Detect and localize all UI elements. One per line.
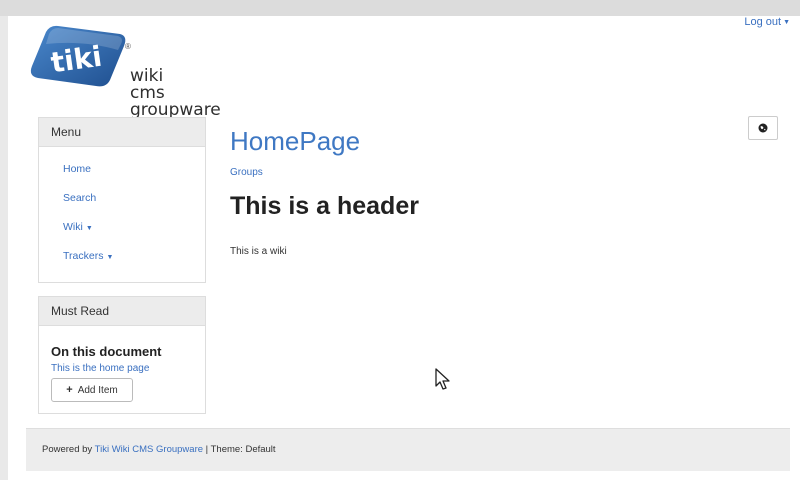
content-body-text: This is a wiki	[230, 246, 287, 257]
add-item-label: Add Item	[77, 385, 118, 396]
footer-tiki-link[interactable]: Tiki Wiki CMS Groupware	[95, 444, 203, 455]
site-footer: Powered by Tiki Wiki CMS Groupware | The…	[26, 428, 790, 471]
add-item-button[interactable]: + Add Item	[51, 378, 133, 402]
category-link-groups[interactable]: Groups	[230, 167, 263, 178]
logo-badge-text: tiki	[49, 40, 104, 80]
footer-separator: |	[205, 444, 209, 455]
menu-item-label: Trackers	[63, 250, 104, 262]
plus-icon: +	[66, 384, 73, 396]
mouse-pointer-icon	[435, 368, 450, 390]
window-top-border	[0, 0, 800, 17]
logout-link[interactable]: Log out ▼	[744, 16, 790, 28]
tiki-logo[interactable]: tiki ® wiki cms groupware	[24, 20, 234, 120]
menu-item-label: Search	[63, 192, 97, 204]
caret-down-icon: ▼	[783, 18, 790, 26]
globe-icon	[758, 123, 768, 133]
caret-down-icon: ▼	[85, 225, 93, 232]
menu-item-label: Home	[63, 163, 92, 175]
language-button[interactable]	[748, 116, 778, 140]
caret-down-icon: ▼	[106, 254, 114, 261]
on-this-document-heading: On this document	[51, 344, 162, 359]
logout-label: Log out	[744, 16, 782, 28]
menu-items: Home Search Wiki ▼ Trackers ▼	[39, 147, 205, 271]
registered-mark: ®	[125, 42, 131, 51]
menu-module: Menu Home Search Wiki ▼ Trackers ▼	[38, 117, 206, 283]
page: Log out ▼ tiki ® wiki cms groupware Menu …	[8, 16, 800, 480]
menu-module-title: Menu	[39, 118, 205, 147]
footer-theme-text: Theme: Default	[210, 444, 276, 455]
tiki-logo-badge: tiki	[30, 25, 126, 87]
menu-item-home[interactable]: Home	[39, 155, 205, 184]
menu-item-trackers[interactable]: Trackers ▼	[39, 242, 205, 271]
menu-item-label: Wiki	[63, 221, 83, 233]
window-left-border	[0, 16, 8, 480]
page-title: HomePage	[230, 126, 361, 156]
menu-item-search[interactable]: Search	[39, 184, 205, 213]
content-heading: This is a header	[230, 192, 419, 220]
must-read-title: Must Read	[39, 297, 205, 326]
logo-wordmark: wiki cms groupware	[130, 68, 221, 119]
home-page-link[interactable]: This is the home page	[39, 359, 205, 374]
footer-prefix: Powered by	[42, 444, 93, 455]
must-read-module: Must Read On this document This is the h…	[38, 296, 206, 414]
menu-item-wiki[interactable]: Wiki ▼	[39, 213, 205, 242]
